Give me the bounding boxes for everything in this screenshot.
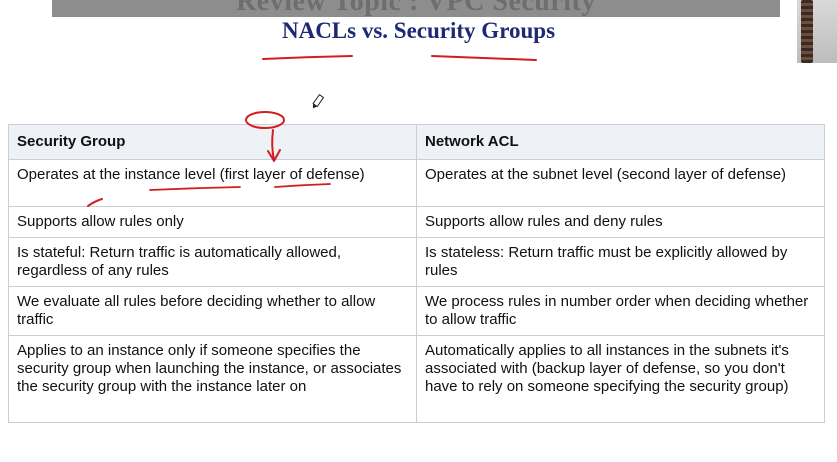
table-cell: We evaluate all rules before deciding wh… [8,286,417,336]
table-row: Operates at the instance level (first la… [8,159,825,207]
table-header-row: Security Group Network ACL [8,124,825,160]
table-cell: Operates at the instance level (first la… [8,159,417,207]
header-network-acl: Network ACL [416,124,825,160]
table-row: Is stateful: Return traffic is automatic… [8,237,825,287]
table-cell: Supports allow rules only [8,206,417,238]
title-underline-right [431,55,537,61]
table-cell: We process rules in number order when de… [416,286,825,336]
table-cell: Operates at the subnet level (second lay… [416,159,825,207]
comparison-table: Security Group Network ACL Operates at t… [8,124,825,423]
table-row: We evaluate all rules before deciding wh… [8,286,825,336]
title-underline-left [262,55,353,60]
table-cell: Applies to an instance only if someone s… [8,335,417,423]
table-cell: Automatically applies to all instances i… [416,335,825,423]
top-banner: Review Topic : VPC Security [52,0,780,17]
table-row: Supports allow rules only Supports allow… [8,206,825,238]
table-cell: Supports allow rules and deny rules [416,206,825,238]
table-cell: Is stateful: Return traffic is automatic… [8,237,417,287]
header-security-group: Security Group [8,124,417,160]
banner-title: Review Topic : VPC Security [236,0,596,17]
pen-cursor-icon [312,93,325,109]
table-cell: Is stateless: Return traffic must be exp… [416,237,825,287]
page-title: NACLs vs. Security Groups [281,18,556,43]
table-row: Applies to an instance only if someone s… [8,335,825,423]
